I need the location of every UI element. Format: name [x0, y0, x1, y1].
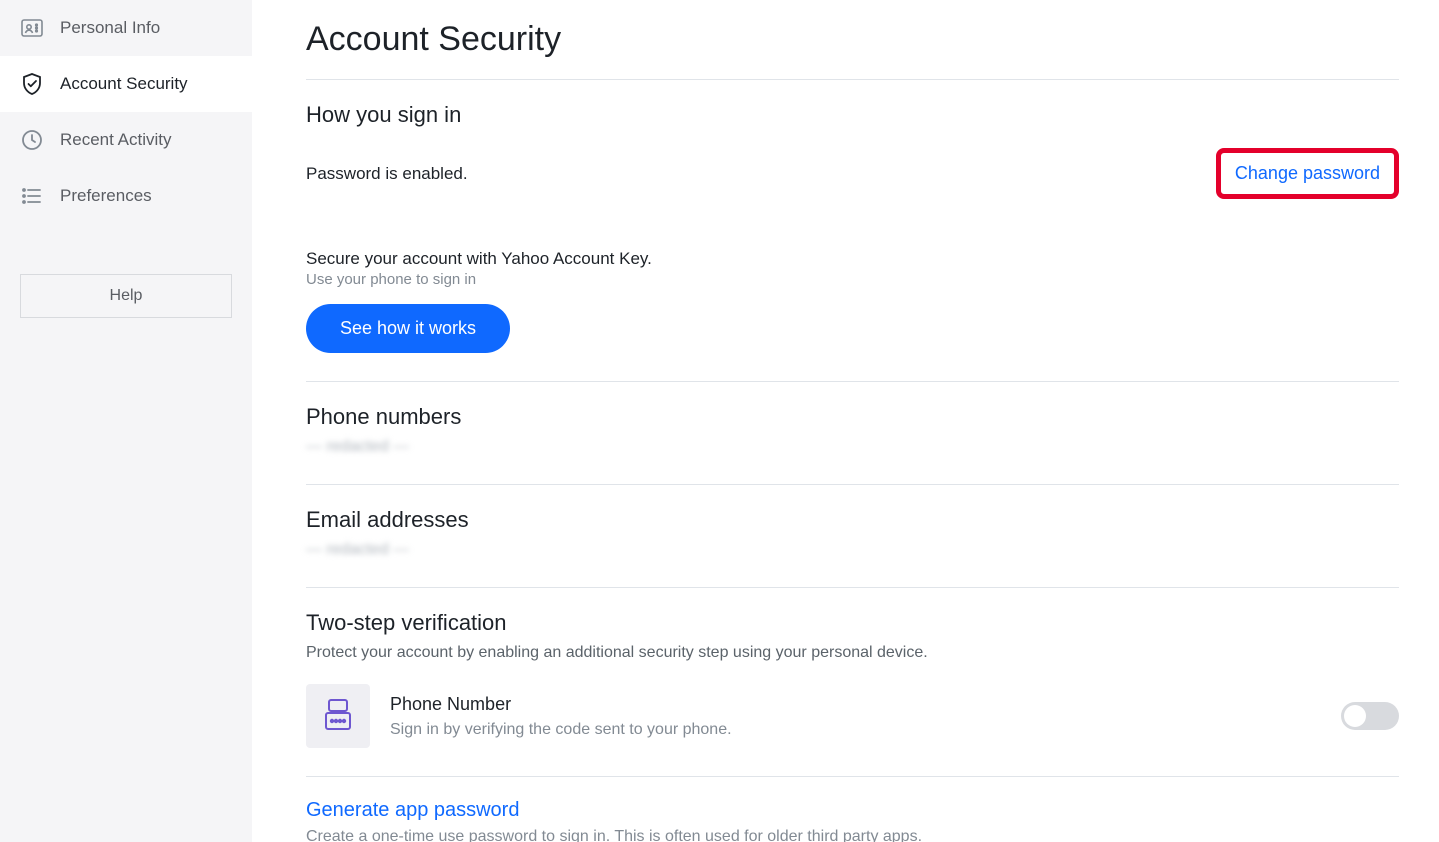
twostep-method-desc: Sign in by verifying the code sent to yo… [390, 721, 1321, 739]
sidebar-item-account-security[interactable]: Account Security [0, 56, 252, 112]
sidebar-item-preferences[interactable]: Preferences [0, 168, 252, 224]
generate-app-password-link[interactable]: Generate app password [306, 799, 1399, 822]
twostep-toggle[interactable] [1341, 702, 1399, 730]
section-signin: How you sign in Password is enabled. Cha… [306, 79, 1399, 381]
sidebar-item-label: Personal Info [60, 18, 160, 38]
account-key-sub: Use your phone to sign in [306, 271, 1399, 288]
sidebar-item-label: Preferences [60, 186, 152, 206]
section-app-password: Generate app password Create a one-time … [306, 776, 1399, 842]
list-icon [20, 184, 44, 208]
email-value: — redacted — [306, 541, 1399, 559]
sidebar-item-label: Recent Activity [60, 130, 172, 150]
email-heading: Email addresses [306, 507, 1399, 533]
twostep-method-label: Phone Number [390, 694, 1321, 715]
twostep-sub: Protect your account by enabling an addi… [306, 644, 1399, 662]
generate-app-password-desc: Create a one-time use password to sign i… [306, 828, 1399, 842]
sidebar-item-label: Account Security [60, 74, 188, 94]
toggle-knob [1344, 705, 1366, 727]
phone-heading: Phone numbers [306, 404, 1399, 430]
clock-icon [20, 128, 44, 152]
sidebar: Personal Info Account Security Recent Ac… [0, 0, 252, 842]
shield-icon [20, 72, 44, 96]
twostep-heading: Two-step verification [306, 610, 1399, 636]
section-phone-numbers[interactable]: Phone numbers — redacted — [306, 381, 1399, 484]
phone-value: — redacted — [306, 438, 1399, 456]
account-key-title: Secure your account with Yahoo Account K… [306, 249, 1399, 269]
help-button[interactable]: Help [20, 274, 232, 318]
phone-verify-icon [306, 684, 370, 748]
page-title: Account Security [306, 20, 1399, 59]
change-password-link[interactable]: Change password [1235, 163, 1380, 183]
change-password-highlight: Change password [1216, 148, 1399, 199]
sidebar-item-personal-info[interactable]: Personal Info [0, 0, 252, 56]
signin-status: Password is enabled. [306, 164, 468, 184]
section-email-addresses[interactable]: Email addresses — redacted — [306, 484, 1399, 587]
person-card-icon [20, 16, 44, 40]
signin-heading: How you sign in [306, 102, 1399, 128]
see-how-it-works-button[interactable]: See how it works [306, 304, 510, 353]
section-two-step: Two-step verification Protect your accou… [306, 587, 1399, 776]
sidebar-item-recent-activity[interactable]: Recent Activity [0, 112, 252, 168]
main-content: Account Security How you sign in Passwor… [252, 0, 1439, 842]
